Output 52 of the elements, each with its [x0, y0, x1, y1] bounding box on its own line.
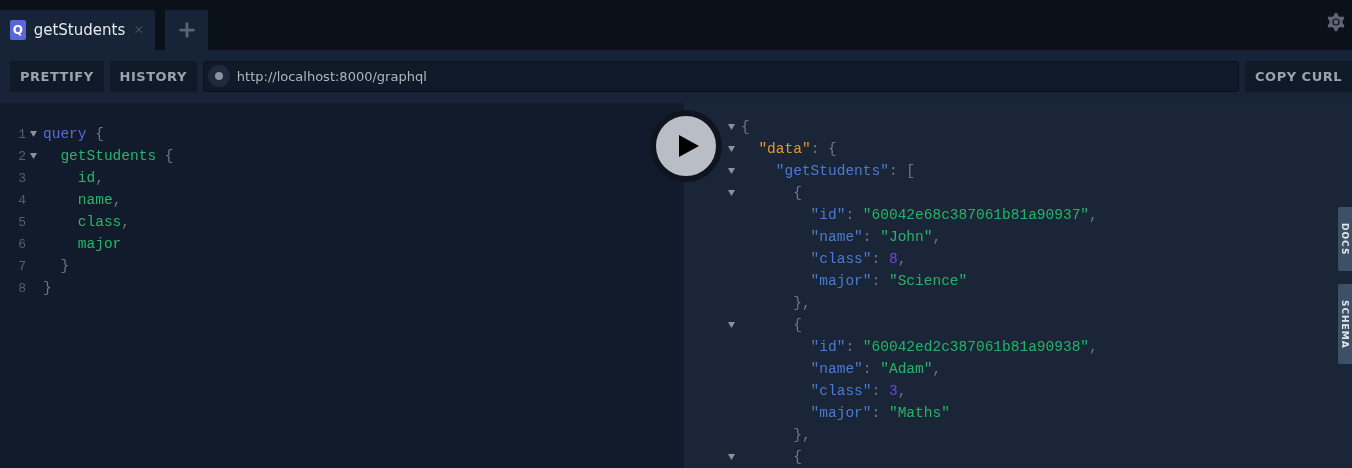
- play-icon: [679, 135, 699, 157]
- code-line: getStudents {: [59, 148, 174, 164]
- code-line: "major": "Science": [809, 273, 968, 289]
- toolbar-button[interactable]: HISTORY: [109, 60, 197, 92]
- code-line: }: [59, 258, 70, 274]
- code-line: },: [792, 295, 811, 311]
- line-number: 3: [17, 170, 26, 186]
- line-number: 2: [17, 148, 26, 164]
- code-line: "name": "John",: [809, 229, 942, 245]
- query-badge: Q: [10, 19, 26, 40]
- code-line: query {: [43, 126, 104, 142]
- code-line: class,: [76, 214, 131, 230]
- code-line: {: [792, 449, 802, 465]
- line-number: 7: [17, 258, 26, 274]
- line-number: 8: [17, 280, 26, 296]
- code-line: "id": "60042ed2c387061b81a90938",: [809, 339, 1098, 355]
- fold-arrow-icon[interactable]: [727, 454, 735, 460]
- code-line: "name": "Adam",: [809, 361, 942, 377]
- code-line: "class": 8,: [809, 251, 907, 267]
- code-line: {: [741, 119, 750, 135]
- fold-arrow-icon[interactable]: [727, 322, 735, 328]
- toolbar-button[interactable]: PRETTIFY: [10, 60, 104, 92]
- code-line: },: [792, 427, 811, 443]
- code-line: major: [76, 236, 122, 252]
- url-field[interactable]: http://localhost:8000/graphql: [202, 60, 1240, 92]
- code-line: id,: [76, 170, 104, 186]
- side-tab[interactable]: DOCS: [1338, 207, 1352, 271]
- code-line: "class": 3,: [809, 383, 907, 399]
- fold-arrow-icon[interactable]: [29, 153, 37, 159]
- add-tab-button[interactable]: [165, 9, 208, 50]
- code-line: "data": {: [757, 141, 837, 157]
- code-line: {: [792, 317, 802, 333]
- copy-curl-button[interactable]: COPY CURL: [1245, 60, 1352, 92]
- code-line: "id": "60042e68c387061b81a90937",: [809, 207, 1098, 223]
- code-line: "getStudents": [: [774, 163, 916, 179]
- line-number: 4: [17, 192, 26, 208]
- fold-arrow-icon[interactable]: [727, 190, 735, 196]
- code-line: {: [792, 185, 802, 201]
- code-line: name,: [76, 192, 122, 208]
- line-number: 5: [17, 214, 26, 230]
- status-dot-icon: [214, 72, 223, 81]
- side-tab[interactable]: SCHEMA: [1338, 284, 1352, 364]
- code-line: }: [43, 280, 52, 296]
- line-number: 6: [17, 236, 26, 252]
- fold-arrow-icon[interactable]: [727, 124, 735, 130]
- query-tab[interactable]: Q getStudents: [0, 9, 155, 50]
- line-number: 1: [17, 126, 26, 142]
- code-line: "major": "Maths": [809, 405, 950, 421]
- settings-icon[interactable]: [1324, 10, 1348, 34]
- fold-arrow-icon[interactable]: [29, 131, 37, 137]
- fold-arrow-icon[interactable]: [727, 146, 735, 152]
- fold-arrow-icon[interactable]: [727, 168, 735, 174]
